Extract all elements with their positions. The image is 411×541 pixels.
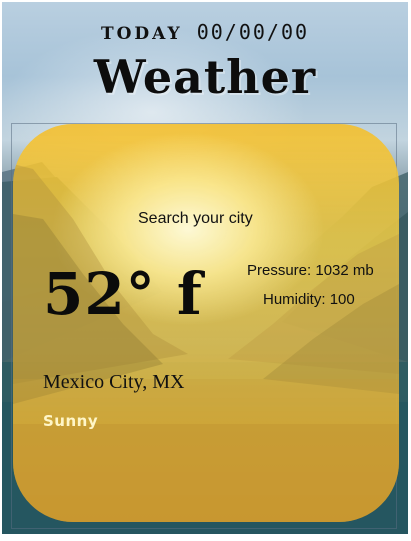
humidity-readout: Humidity: 100 [263, 291, 355, 308]
weather-card: Search your city 52° f Pressure: 1032 mb… [13, 124, 399, 522]
date-header: TODAY 00/00/00 [2, 20, 408, 44]
search-city-input[interactable]: Search your city [138, 210, 253, 228]
pressure-value: 1032 mb [315, 262, 374, 279]
pressure-readout: Pressure: 1032 mb [247, 262, 374, 279]
temperature-value: 52° f [43, 260, 203, 328]
date-value: 00/00/00 [196, 20, 310, 44]
humidity-value: 100 [329, 291, 355, 308]
page-title: Weather [93, 50, 317, 104]
today-label: TODAY [100, 24, 183, 44]
city-name: Mexico City, MX [43, 371, 185, 393]
weather-condition: Sunny [43, 412, 99, 430]
pressure-label: Pressure: [247, 262, 312, 279]
humidity-label: Humidity: [263, 291, 326, 308]
